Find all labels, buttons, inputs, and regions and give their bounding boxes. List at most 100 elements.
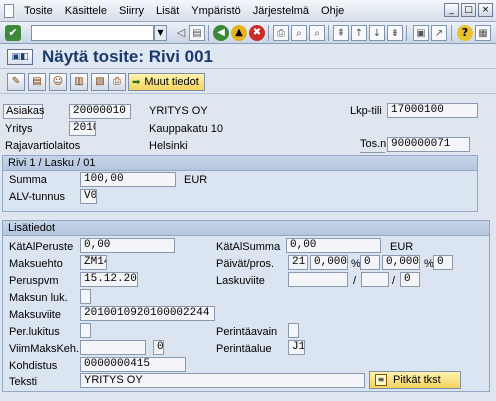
document-overview-icon[interactable]: ▤ xyxy=(28,73,46,91)
percent-2-field[interactable]: 0,000 xyxy=(382,255,420,270)
city: Helsinki xyxy=(149,140,188,152)
days-1-field[interactable]: 21 xyxy=(288,255,308,270)
cash-discount-base-label: KätAlPeruste xyxy=(9,241,74,253)
toolbar-separator xyxy=(208,25,209,41)
command-field[interactable] xyxy=(31,25,154,41)
cash-discount-currency: EUR xyxy=(390,241,414,253)
menu-jarjestelma[interactable]: Järjestelmä xyxy=(247,5,315,17)
menu-kasittele[interactable]: Käsittele xyxy=(59,5,113,17)
company-label: Yritys xyxy=(5,123,33,135)
invoice-reference-item-field[interactable]: 0 xyxy=(400,272,420,287)
long-texts-button[interactable]: ≡ Pitkät tkst xyxy=(369,371,461,389)
document-number-label: Tos.nro xyxy=(360,138,396,153)
document-number-field[interactable]: 900000071 xyxy=(387,137,470,152)
menu-ymparisto[interactable]: Ympäristö xyxy=(185,5,247,17)
percent-1-field[interactable]: 0,000 xyxy=(310,255,348,270)
first-page-icon[interactable]: ⇞ xyxy=(333,25,349,41)
customer-icon[interactable]: ☺ xyxy=(49,73,67,91)
toolbar-separator xyxy=(268,25,269,41)
shortcut-icon[interactable]: ↗ xyxy=(431,25,447,41)
customer-label: Asiakas xyxy=(3,104,45,119)
payment-block-field[interactable] xyxy=(80,289,91,304)
print-icon[interactable]: ⎙ xyxy=(273,25,289,41)
find-next-icon[interactable]: ⌕ xyxy=(309,25,325,41)
last-dunning-field[interactable] xyxy=(80,340,146,355)
account-icon[interactable]: ▥ xyxy=(70,73,88,91)
application-toolbar: ✎ ▤ ☺ ▥ ▧ ⎙ ➡ Muut tiedot xyxy=(0,70,496,94)
cash-discount-base-field[interactable]: 0,00 xyxy=(80,238,175,253)
allocation-field[interactable]: 0000000415 xyxy=(80,357,186,372)
toolbar-separator xyxy=(328,25,329,41)
title-bar: ▣◧ Näytä tosite: Rivi 001 xyxy=(0,44,496,69)
long-texts-label: Pitkät tkst xyxy=(393,374,441,386)
toolbar-separator xyxy=(451,25,452,41)
edit-pencil-icon[interactable]: ✎ xyxy=(7,73,25,91)
exit-icon[interactable]: ▲ xyxy=(231,25,247,41)
collection-area-field[interactable]: J1 xyxy=(288,340,305,355)
close-icon[interactable]: × xyxy=(478,3,493,17)
document-header-icon[interactable]: ▧ xyxy=(91,73,109,91)
more-data-button[interactable]: ➡ Muut tiedot xyxy=(128,73,205,91)
collection-block-label: Per.lukitus xyxy=(9,326,60,338)
long-text-icon: ≡ xyxy=(375,374,387,386)
back-icon[interactable]: ◀ xyxy=(213,25,229,41)
document-display-icon[interactable]: ▣◧ xyxy=(7,49,33,65)
dunning-level-field[interactable]: 0 xyxy=(153,340,164,355)
baseline-date-field[interactable]: 15.12.2009 xyxy=(80,272,138,287)
invoice-reference-year-field[interactable] xyxy=(361,272,389,287)
row-group-title: Rivi 1 / Lasku / 01 xyxy=(3,156,477,171)
payment-block-label: Maksun luk. xyxy=(9,292,68,304)
layout-menu-icon[interactable]: ▦ xyxy=(475,25,491,41)
menu-siirry[interactable]: Siirry xyxy=(113,5,150,17)
baseline-date-label: Peruspvm xyxy=(9,275,59,287)
help-icon[interactable]: ? xyxy=(457,25,473,41)
street-address: Kauppakatu 10 xyxy=(149,123,224,135)
vat-code-label: ALV-tunnus xyxy=(9,191,66,203)
save-icon[interactable]: ▤ xyxy=(189,25,205,41)
amount-field[interactable]: 100,00 xyxy=(80,172,176,187)
enter-check-icon[interactable]: ✔ xyxy=(5,25,21,41)
payment-terms-label: Maksuehto xyxy=(9,258,63,270)
menu-lisat[interactable]: Lisät xyxy=(150,5,185,17)
last-dunning-label: ViimMaksKeh. xyxy=(9,343,80,355)
days-2-field[interactable]: 0 xyxy=(360,255,380,270)
collection-key-label: Perintäavain xyxy=(216,326,278,338)
invoice-reference-slash-1: / xyxy=(353,275,357,287)
menu-ohje[interactable]: Ohje xyxy=(315,5,350,17)
invoice-reference-label: Laskuviite xyxy=(216,275,265,287)
maximize-icon[interactable]: □ xyxy=(461,3,476,17)
amount-currency: EUR xyxy=(184,174,208,186)
additional-data-title: Lisätiedot xyxy=(3,221,489,236)
gl-account-field[interactable]: 17000100 xyxy=(387,103,478,118)
page-title: Näytä tosite: Rivi 001 xyxy=(42,47,214,66)
command-dropdown-icon[interactable]: ▼ xyxy=(154,25,167,41)
find-icon[interactable]: ⌕ xyxy=(291,25,307,41)
new-session-icon[interactable]: ▣ xyxy=(413,25,429,41)
sap-logo-icon[interactable] xyxy=(4,3,14,18)
next-page-icon[interactable]: ↓ xyxy=(369,25,385,41)
payment-terms-field[interactable]: ZM14 xyxy=(80,255,107,270)
gl-account-label: Lkp-tili xyxy=(350,105,382,117)
menu-tosite[interactable]: Tosite xyxy=(18,5,59,17)
prev-page-icon[interactable]: ↑ xyxy=(351,25,367,41)
minimize-icon[interactable]: _ xyxy=(444,3,459,17)
organization-name: Rajavartiolaitos xyxy=(5,140,81,152)
cash-discount-amount-field[interactable]: 0,00 xyxy=(286,238,381,253)
amount-label: Summa xyxy=(9,174,47,186)
collection-key-field[interactable] xyxy=(288,323,299,338)
company-field[interactable]: 2010 xyxy=(69,121,96,136)
allocation-label: Kohdistus xyxy=(9,360,58,372)
last-page-icon[interactable]: ⇟ xyxy=(387,25,403,41)
print-document-icon[interactable]: ⎙ xyxy=(108,73,126,91)
days-percent-label: Päivät/pros. xyxy=(216,258,275,270)
collection-block-field[interactable] xyxy=(80,323,91,338)
invoice-reference-field[interactable] xyxy=(288,272,348,287)
days-3-field[interactable]: 0 xyxy=(433,255,453,270)
more-data-label: Muut tiedot xyxy=(144,76,199,88)
cancel-icon[interactable]: ✖ xyxy=(249,25,265,41)
text-field[interactable]: YRITYS OY xyxy=(80,373,365,388)
customer-field[interactable]: 20000010 xyxy=(69,104,131,119)
back-history-icon[interactable]: ◁ xyxy=(173,25,189,41)
payment-reference-field[interactable]: 2010010920100002244 xyxy=(80,306,215,321)
vat-code-field[interactable]: V0 xyxy=(80,189,97,204)
